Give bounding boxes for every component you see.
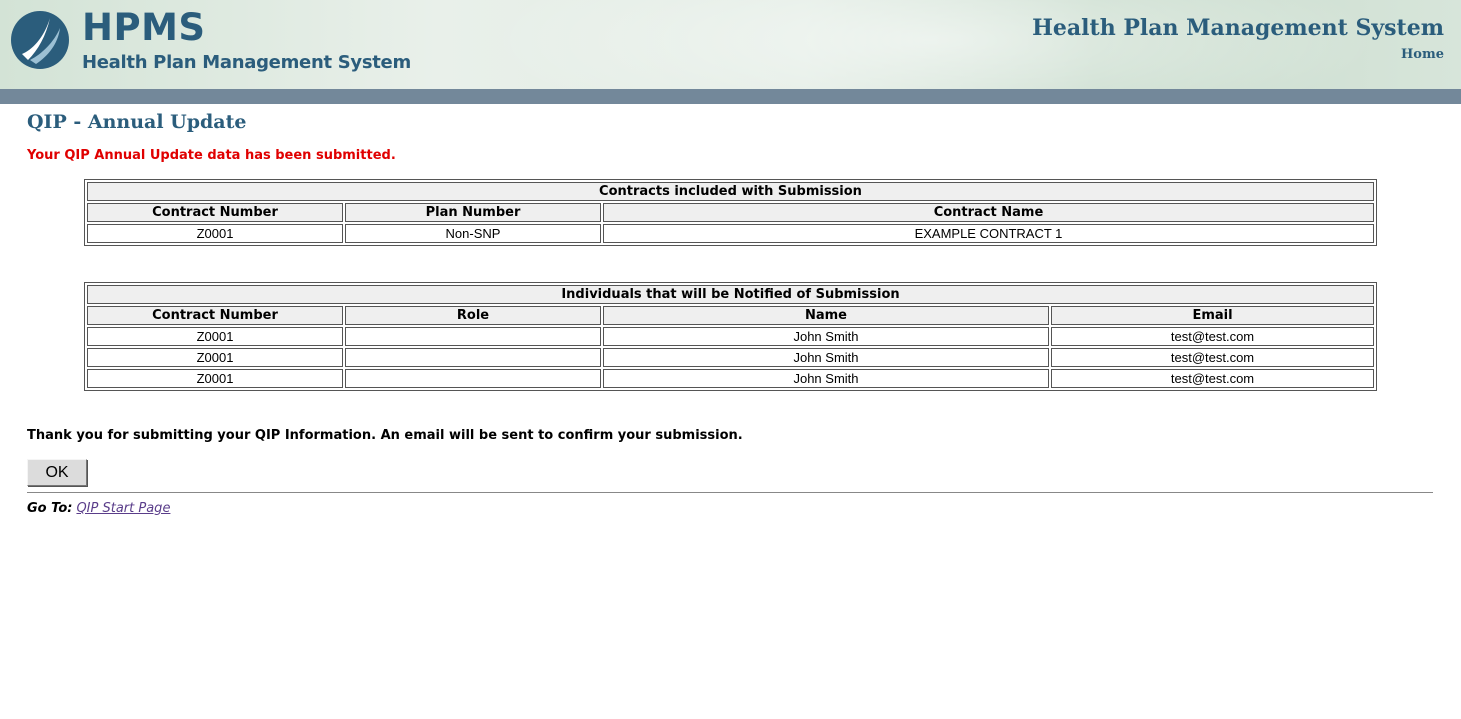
- submission-alert: Your QIP Annual Update data has been sub…: [27, 148, 396, 163]
- page-header: HPMS Health Plan Management System Healt…: [0, 0, 1461, 89]
- home-link[interactable]: Home: [1401, 47, 1444, 62]
- table-cell: John Smith: [603, 348, 1049, 367]
- header-divider-bar: [0, 89, 1461, 104]
- table-cell: Z0001: [87, 348, 343, 367]
- qip-start-page-link[interactable]: QIP Start Page: [76, 501, 170, 516]
- table-row: Z0001 John Smith test@test.com: [87, 369, 1374, 388]
- table-cell: test@test.com: [1051, 348, 1374, 367]
- table-caption: Individuals that will be Notified of Sub…: [87, 285, 1374, 304]
- logo-text: HPMS: [82, 6, 206, 49]
- table-cell: EXAMPLE CONTRACT 1: [603, 224, 1374, 243]
- column-header: Contract Name: [603, 203, 1374, 222]
- table-cell: [345, 348, 601, 367]
- column-header: Contract Number: [87, 306, 343, 325]
- table-cell: test@test.com: [1051, 369, 1374, 388]
- column-header: Role: [345, 306, 601, 325]
- table-cell: Z0001: [87, 224, 343, 243]
- table-cell: John Smith: [603, 327, 1049, 346]
- notification-table: Individuals that will be Notified of Sub…: [84, 282, 1377, 391]
- ok-button[interactable]: OK: [27, 459, 87, 486]
- table-row: Z0001 Non-SNP EXAMPLE CONTRACT 1: [87, 224, 1374, 243]
- table-cell: [345, 369, 601, 388]
- column-header: Name: [603, 306, 1049, 325]
- hpms-logo-icon: [11, 11, 69, 69]
- table-cell: [345, 327, 601, 346]
- table-row: Z0001 John Smith test@test.com: [87, 327, 1374, 346]
- table-caption: Contracts included with Submission: [87, 182, 1374, 201]
- page-title: QIP - Annual Update: [27, 111, 247, 133]
- table-row: Z0001 John Smith test@test.com: [87, 348, 1374, 367]
- table-cell: Non-SNP: [345, 224, 601, 243]
- goto-label: Go To:: [27, 501, 73, 516]
- confirmation-message: Thank you for submitting your QIP Inform…: [27, 428, 743, 443]
- column-header: Email: [1051, 306, 1374, 325]
- goto-nav: Go To: QIP Start Page: [27, 501, 170, 516]
- divider: [27, 492, 1433, 493]
- table-cell: test@test.com: [1051, 327, 1374, 346]
- table-cell: Z0001: [87, 369, 343, 388]
- table-cell: Z0001: [87, 327, 343, 346]
- column-header: Plan Number: [345, 203, 601, 222]
- column-header: Contract Number: [87, 203, 343, 222]
- contracts-table: Contracts included with Submission Contr…: [84, 179, 1377, 246]
- system-title: Health Plan Management System: [1032, 15, 1444, 41]
- header-background-swoosh: [480, 0, 1380, 89]
- logo-subtitle: Health Plan Management System: [82, 52, 411, 73]
- table-cell: John Smith: [603, 369, 1049, 388]
